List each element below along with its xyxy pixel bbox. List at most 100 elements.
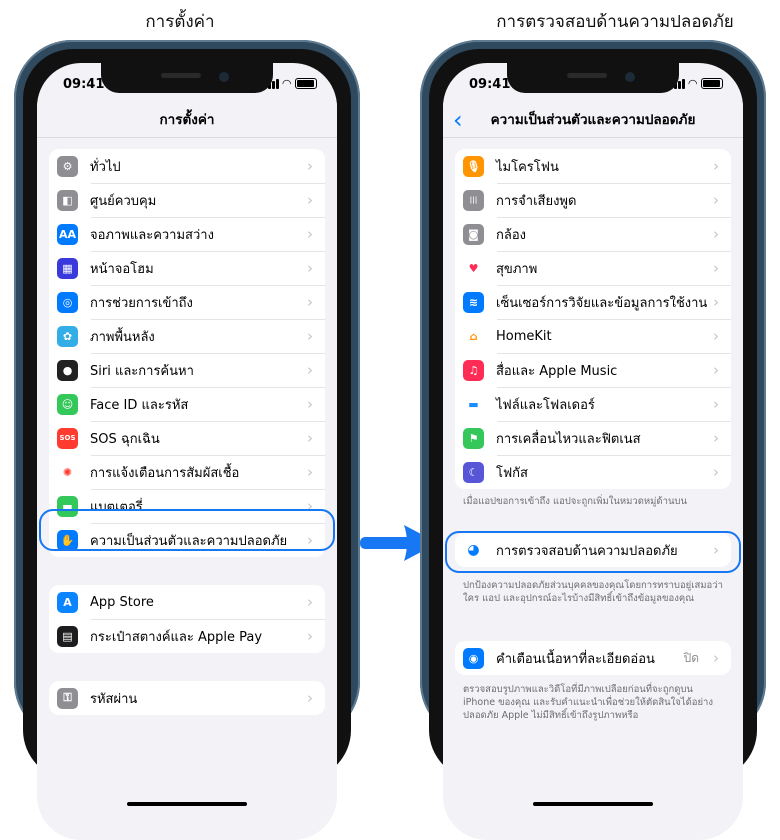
row-label: App Store [90,594,154,610]
chevron-right-icon: › [307,429,313,447]
row-label: Face ID และรหัส [90,397,189,413]
status-time: 09:41 [63,77,105,92]
chevron-right-icon: › [307,395,313,413]
apps-note: เมื่อแอปขอการเข้าถึง แอปจะถูกเพิ่มในหมวด… [463,496,687,507]
sensitive-content-row[interactable]: ◉ คำเตือนเนื้อหาที่ละเอียดอ่อน ปิด › [455,641,731,675]
settings-row[interactable]: ◧ ศูนย์ควบคุม › [49,183,325,217]
highlight-privacy-row [39,509,335,551]
row-label: กระเป๋าสตางค์และ Apple Pay [90,629,263,645]
eye-warning-icon: ◉ [463,647,484,669]
sos-icon: SOS [57,427,78,449]
settings-row[interactable]: ✿ ภาพพื้นหลัง › [49,319,325,353]
back-chevron-icon[interactable]: ‹ [453,103,463,137]
gear-icon: ⚙ [57,155,78,177]
accessibility-icon: ◎ [57,291,78,313]
settings-row[interactable]: A App Store › [49,585,325,619]
row-label: ภาพพื้นหลัง [90,329,155,345]
settings-row[interactable]: ♥ สุขภาพ › [455,251,731,285]
row-label: สุขภาพ [496,261,538,277]
moon-icon: ☾ [463,461,484,483]
row-label: Siri และการค้นหา [90,363,194,379]
folder-icon: ▬ [463,393,484,415]
chevron-right-icon: › [713,429,719,447]
grid-icon: ▦ [57,257,78,279]
chevron-right-icon: › [307,293,313,311]
sensitive-content-value: ปิด [683,650,699,665]
sensitive-content-note: ตรวจสอบรูปภาพและวิดีโอที่มีภาพเปลือยก่อน… [463,684,714,721]
highlight-safety-check-row [445,531,741,573]
face-id-icon: ☺ [57,393,78,415]
text-size-icon: AA [57,223,78,245]
chevron-right-icon: › [713,463,719,481]
row-label: รหัสผ่าน [90,691,138,707]
chevron-right-icon: › [307,689,313,707]
home-indicator [533,802,653,806]
chevron-right-icon: › [713,293,719,311]
row-label: ศูนย์ควบคุม [90,193,157,209]
settings-row[interactable]: ◙ กล้อง › [455,217,731,251]
key-icon: ⚿ [57,687,78,709]
row-label: การช่วยการเข้าถึง [90,295,193,311]
settings-row[interactable]: ● Siri และการค้นหา › [49,353,325,387]
siri-icon: ● [57,359,78,381]
safety-check-caption: การตรวจสอบด้านความปลอดภัย [496,12,734,32]
settings-row[interactable]: ▤ กระเป๋าสตางค์และ Apple Pay › [49,619,325,653]
row-label: โฟกัส [496,465,528,481]
settings-row[interactable]: ⚿ รหัสผ่าน › [49,681,325,715]
settings-row[interactable]: ||| การจำเสียงพูด › [455,183,731,217]
sensitive-content-label: คำเตือนเนื้อหาที่ละเอียดอ่อน [496,651,655,667]
settings-row[interactable]: ⚙ ทั่วไป › [49,149,325,183]
settings-row[interactable]: ✺ การแจ้งเตือนการสัมผัสเชื้อ › [49,455,325,489]
status-time: 09:41 [469,77,511,92]
wallet-icon: ▤ [57,625,78,647]
row-label: เซ็นเซอร์การวิจัยและข้อมูลการใช้งาน [496,295,708,311]
row-label: การแจ้งเตือนการสัมผัสเชื้อ [90,465,240,481]
chevron-right-icon: › [713,361,719,379]
chevron-right-icon: › [713,225,719,243]
music-icon: ♫ [463,359,484,381]
row-label: ไมโครโฟน [496,159,559,175]
right-screen: 09:41 ◠ ‹ ความเป็นส่วนตัวและความปลอดภัย … [443,63,743,840]
settings-row[interactable]: ▬ ไฟล์และโฟลเดอร์ › [455,387,731,421]
settings-row[interactable]: ▦ หน้าจอโฮม › [49,251,325,285]
row-label: การเคลื่อนไหวและฟิตเนส [496,431,641,447]
row-label: ทั่วไป [90,159,121,175]
wifi-icon: ◠ [282,77,291,90]
flower-icon: ✿ [57,325,78,347]
settings-row[interactable]: 🎙 ไมโครโฟน › [455,149,731,183]
chevron-right-icon: › [713,259,719,277]
wifi-icon: ◠ [688,77,697,90]
camera-icon: ◙ [463,223,484,245]
settings-row[interactable]: ⚑ การเคลื่อนไหวและฟิตเนส › [455,421,731,455]
settings-row[interactable]: ≋ เซ็นเซอร์การวิจัยและข้อมูลการใช้งาน › [455,285,731,319]
app-store-icon: A [57,591,78,613]
settings-caption: การตั้งค่า [145,12,215,32]
chevron-right-icon: › [713,395,719,413]
chevron-right-icon: › [307,593,313,611]
chevron-right-icon: › [307,463,313,481]
settings-row[interactable]: ☺ Face ID และรหัส › [49,387,325,421]
settings-row[interactable]: SOS SOS ฉุกเฉิน › [49,421,325,455]
settings-row[interactable]: AA จอภาพและความสว่าง › [49,217,325,251]
settings-row[interactable]: ♫ สื่อและ Apple Music › [455,353,731,387]
settings-row[interactable]: ☾ โฟกัส › [455,455,731,489]
settings-row[interactable]: ⌂ HomeKit › [455,319,731,353]
toggles-icon: ◧ [57,189,78,211]
chevron-right-icon: › [713,649,719,667]
home-icon: ⌂ [463,325,484,347]
row-label: SOS ฉุกเฉิน [90,431,160,447]
right-phone: 09:41 ◠ ‹ ความเป็นส่วนตัวและความปลอดภัย … [420,40,766,840]
chevron-right-icon: › [307,157,313,175]
page-title: ‹ ความเป็นส่วนตัวและความปลอดภัย [443,103,743,138]
health-icon: ♥ [463,257,484,279]
row-label: การจำเสียงพูด [496,193,577,209]
exposure-icon: ✺ [57,461,78,483]
battery-status-icon [701,78,723,89]
row-label: สื่อและ Apple Music [496,363,618,379]
settings-row[interactable]: ◎ การช่วยการเข้าถึง › [49,285,325,319]
row-label: ไฟล์และโฟลเดอร์ [496,397,595,413]
safety-check-note: ปกป้องความปลอดภัยส่วนบุคคลของคุณโดยการทร… [463,580,723,604]
chevron-right-icon: › [713,157,719,175]
chevron-right-icon: › [307,627,313,645]
chevron-right-icon: › [307,225,313,243]
